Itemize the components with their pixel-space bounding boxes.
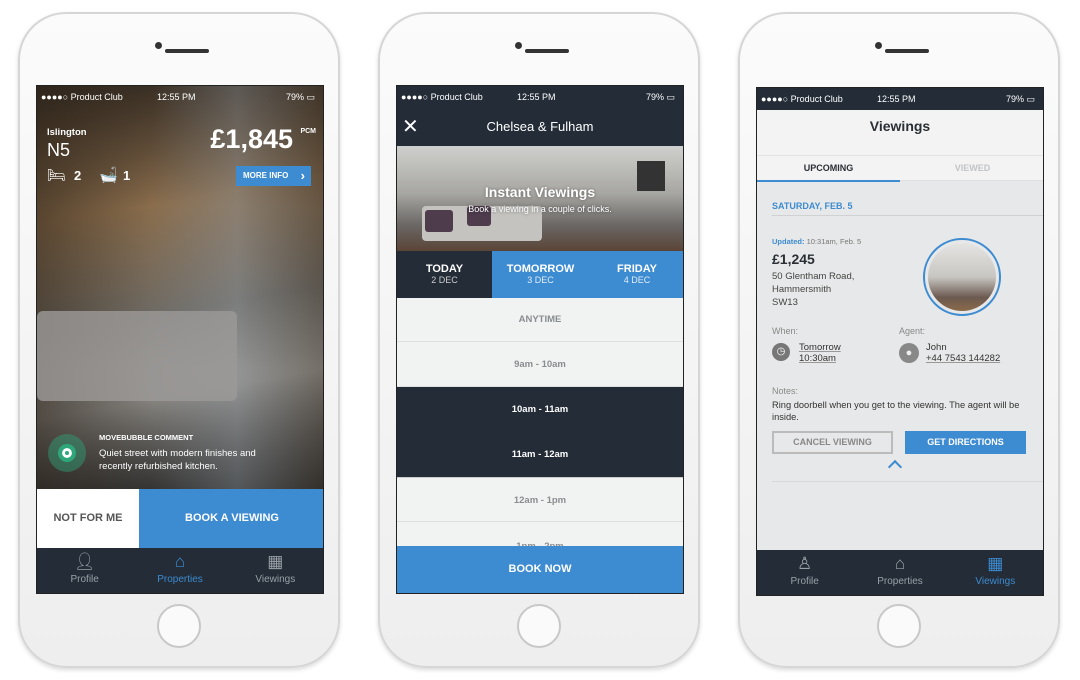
alarm-clock-icon: ◷ — [772, 343, 790, 361]
day-tab-friday[interactable]: FRIDAY 4 DEC — [589, 251, 683, 298]
agent-avatar-icon: ● — [899, 343, 919, 363]
profile-icon: ♙ — [797, 554, 813, 573]
bed-icon: 🛏 — [47, 167, 67, 184]
price: £1,845 — [210, 124, 293, 154]
page-title: Viewings — [869, 118, 931, 134]
speaker — [885, 49, 929, 53]
slot-anytime[interactable]: ANYTIME — [397, 298, 683, 342]
camera — [515, 42, 522, 49]
time-slot-selected[interactable]: 11am - 12am — [397, 432, 683, 477]
carrier: ●●●●○ Product Club — [41, 92, 123, 102]
collapse-chevron-icon[interactable] — [887, 459, 903, 475]
notes-label: Notes: — [772, 386, 799, 396]
home-button[interactable] — [517, 604, 561, 648]
carrier: ●●●●○ Product Club — [401, 92, 483, 102]
comment-title: MOVEBUBBLE COMMENT — [99, 433, 194, 442]
clock: 12:55 PM — [517, 92, 556, 102]
time-slot[interactable]: 12am - 1pm — [397, 477, 683, 522]
bath-count: 1 — [123, 168, 131, 183]
bath-icon: 🛁 — [99, 167, 118, 184]
day-tab-tomorrow[interactable]: TOMORROW 3 DEC — [492, 251, 589, 298]
calendar-icon: ▦ — [267, 552, 284, 571]
book-viewing-button[interactable]: BOOK A VIEWING — [139, 489, 323, 548]
date-header: SATURDAY, FEB. 5 — [772, 201, 853, 211]
tab-properties[interactable]: ⌂ Properties — [132, 548, 227, 593]
speaker — [165, 49, 209, 53]
tab-bar: 👤︎ Profile ⌂ Properties ▦ Viewings — [37, 548, 323, 593]
comment-pin-icon — [48, 434, 86, 472]
phone-viewings: ●●●●○ Product Club 12:55 PM 79% ▭ Viewings… — [738, 12, 1060, 668]
cancel-viewing-button[interactable]: CANCEL VIEWING — [772, 431, 893, 454]
chevron-right-icon: › — [300, 168, 305, 183]
property-thumbnail[interactable] — [923, 238, 1001, 316]
tab-profile[interactable]: 👤︎ Profile — [37, 548, 132, 593]
home-button[interactable] — [157, 604, 201, 648]
area-title: Chelsea & Fulham — [486, 119, 594, 134]
screen-viewings: ●●●●○ Product Club 12:55 PM 79% ▭ Viewings… — [756, 87, 1044, 596]
more-info-label: MORE INFO — [243, 171, 289, 180]
sofa — [37, 311, 237, 401]
tab-properties[interactable]: ⌂ Properties — [852, 550, 947, 595]
when-label: When: — [772, 326, 799, 336]
speaker — [525, 49, 569, 53]
profile-icon: 👤︎ — [73, 552, 96, 571]
home-button[interactable] — [877, 604, 921, 648]
battery: 79% ▭ — [285, 92, 315, 102]
status-bar: ●●●●○ Product Club 12:55 PM 79% ▭ — [397, 86, 683, 108]
time-slot[interactable]: 9am - 10am — [397, 342, 683, 387]
status-bar: ●●●●○ Product Club 12:55 PM 79% ▭ — [757, 88, 1043, 110]
camera — [875, 42, 882, 49]
updated-timestamp: Updated: 10:31am, Feb. 5 — [772, 237, 862, 246]
tab-viewed[interactable]: VIEWED — [900, 156, 1043, 182]
tab-viewings[interactable]: ▦ Viewings — [948, 550, 1043, 595]
hero-title: Instant Viewings — [484, 184, 596, 200]
price-unit: PCM — [300, 128, 316, 135]
phone-booking: ●●●●○ Product Club 12:55 PM 79% ▭ ✕ Chelse… — [378, 12, 700, 668]
get-directions-button[interactable]: GET DIRECTIONS — [905, 431, 1026, 454]
status-bar: ●●●●○ Product Club 12:55 PM 79% ▭ — [37, 86, 323, 108]
agent-label: Agent: — [899, 326, 926, 336]
clock: 12:55 PM — [157, 92, 196, 102]
hero-subtitle: Book a viewing in a couple of clicks. — [468, 204, 612, 214]
address: 50 Glentham Road, Hammersmith SW13 — [772, 271, 855, 308]
tab-upcoming[interactable]: UPCOMING — [757, 156, 900, 182]
screen-property: ●●●●○ Product Club 12:55 PM 79% ▭ Islingto… — [36, 85, 324, 594]
comment-text: Quiet street with modern finishes and re… — [99, 448, 256, 472]
tab-profile[interactable]: ♙ Profile — [757, 550, 852, 595]
book-now-button[interactable]: BOOK NOW — [397, 546, 683, 593]
tab-bar: ♙ Profile ⌂ Properties ▦ Viewings — [757, 550, 1043, 595]
calendar-icon: ▦ — [987, 554, 1004, 573]
bed-count: 2 — [74, 168, 82, 183]
not-for-me-button[interactable]: NOT FOR ME — [37, 489, 139, 548]
more-info-button[interactable]: MORE INFO › — [236, 166, 311, 186]
viewing-time[interactable]: Tomorrow 10:30am — [799, 342, 841, 364]
carrier: ●●●●○ Product Club — [761, 94, 843, 104]
battery: 79% ▭ — [645, 92, 675, 102]
day-tab-today[interactable]: TODAY 2 DEC — [397, 251, 492, 298]
screen-booking: ●●●●○ Product Club 12:55 PM 79% ▭ ✕ Chelse… — [396, 85, 684, 594]
notes-text: Ring doorbell when you get to the viewin… — [772, 400, 1020, 422]
tab-viewings[interactable]: ▦ Viewings — [228, 548, 323, 593]
camera — [155, 42, 162, 49]
viewing-price: £1,245 — [772, 251, 815, 267]
house-icon: ⌂ — [174, 552, 186, 571]
postcode: N5 — [47, 140, 71, 160]
time-slot-selected[interactable]: 10am - 11am — [397, 387, 683, 432]
area-name: Islington — [47, 127, 87, 138]
clock: 12:55 PM — [877, 94, 916, 104]
house-icon: ⌂ — [894, 554, 906, 573]
agent-contact[interactable]: John +44 7543 144282 — [926, 342, 1000, 364]
phone-property: ●●●●○ Product Club 12:55 PM 79% ▭ Islingto… — [18, 12, 340, 668]
battery: 79% ▭ — [1005, 94, 1035, 104]
